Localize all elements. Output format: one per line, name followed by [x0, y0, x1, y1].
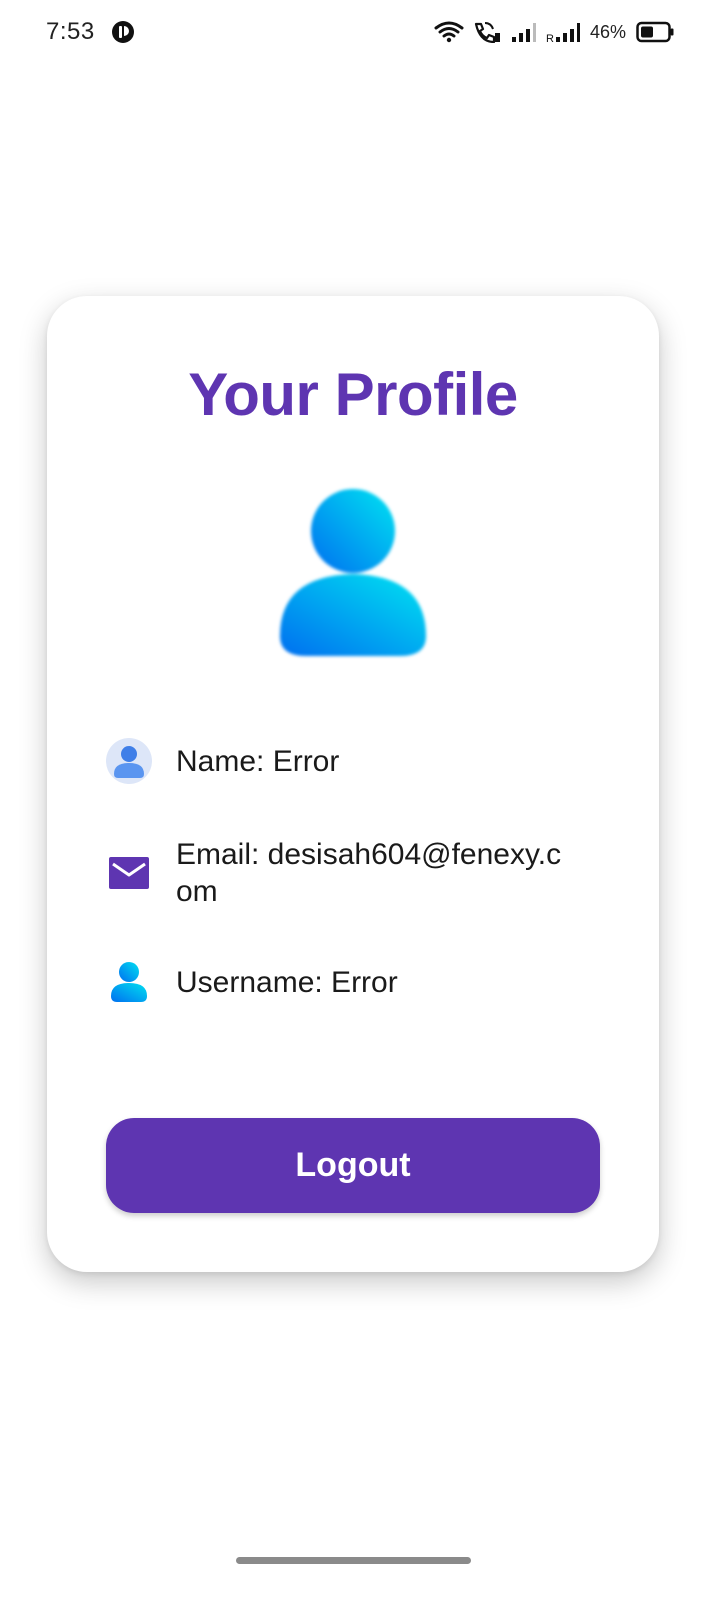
email-row: Email: desisah604@fenexy.com [106, 836, 606, 910]
roaming-signal-icon: R [546, 23, 580, 43]
battery-icon [636, 21, 674, 43]
profile-card: Your Profile Name: Error Email: desisah6… [47, 296, 659, 1272]
wifi-icon [434, 21, 464, 43]
signal-icon [511, 23, 536, 42]
status-right: R 46% [434, 21, 674, 43]
home-indicator[interactable] [236, 1557, 471, 1564]
name-text: Name: Error [176, 744, 340, 778]
person-icon [106, 738, 152, 784]
username-row: Username: Error [106, 959, 606, 1005]
app-notification-icon [111, 21, 134, 43]
profile-screen: 7:53 R 46% Your Profile Name: Error Emai… [0, 0, 720, 1600]
user-icon [106, 959, 152, 1005]
logout-button[interactable]: Logout [106, 1118, 600, 1213]
page-title: Your Profile [188, 361, 518, 428]
status-time: 7:53 [46, 18, 95, 45]
email-icon [106, 850, 152, 896]
username-text: Username: Error [176, 965, 398, 999]
status-left: 7:53 [46, 18, 135, 46]
profile-avatar [270, 486, 436, 662]
svg-text:R: R [546, 33, 554, 43]
wifi-calling-icon [474, 22, 500, 43]
battery-percent: 46% [589, 21, 626, 42]
name-row: Name: Error [106, 738, 606, 784]
user-avatar-icon [280, 489, 426, 656]
email-text: Email: desisah604@fenexy.com [176, 838, 562, 908]
status-bar: 7:53 R 46% [0, 0, 720, 64]
